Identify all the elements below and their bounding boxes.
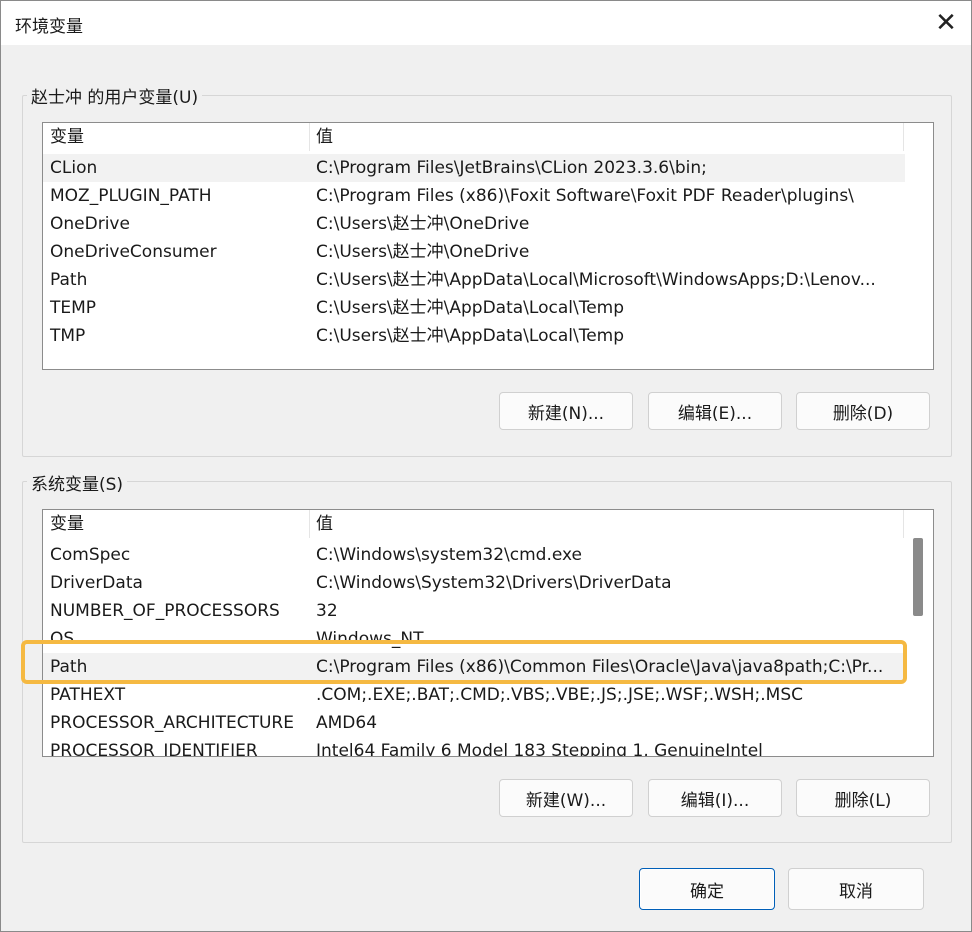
var-value: C:\Users\赵士冲\AppData\Local\Microsoft\Win…: [316, 270, 876, 290]
var-value: C:\Users\赵士冲\AppData\Local\Temp: [316, 298, 625, 318]
system-new-button[interactable]: 新建(W)...: [499, 779, 633, 817]
table-row[interactable]: PROCESSOR_IDENTIFIER Intel64 Family 6 Mo…: [43, 737, 905, 757]
var-name: TMP: [50, 326, 86, 346]
table-row[interactable]: NUMBER_OF_PROCESSORS 32: [43, 597, 905, 625]
var-value: C:\Users\赵士冲\OneDrive: [316, 214, 530, 234]
system-variables-label: 系统变量(S): [27, 470, 128, 495]
column-divider[interactable]: [903, 123, 904, 151]
var-value: C:\Windows\system32\cmd.exe: [316, 545, 583, 565]
var-value: Windows_NT: [316, 629, 424, 649]
title-bar: 环境变量 ✕: [1, 1, 971, 45]
table-row[interactable]: OneDrive C:\Users\赵士冲\OneDrive: [43, 210, 905, 238]
system-edit-button[interactable]: 编辑(I)...: [648, 779, 782, 817]
column-header-value[interactable]: 值: [316, 123, 333, 151]
table-row[interactable]: OS Windows_NT: [43, 625, 905, 653]
column-header-name[interactable]: 变量: [50, 123, 84, 151]
list-header: 变量 值: [43, 510, 905, 538]
var-name: PROCESSOR_IDENTIFIER: [50, 741, 258, 757]
var-value: .COM;.EXE;.BAT;.CMD;.VBS;.VBE;.JS;.JSE;.…: [316, 685, 804, 705]
var-value: C:\Program Files (x86)\Common Files\Orac…: [316, 657, 884, 677]
var-value: AMD64: [316, 713, 378, 733]
user-variables-list[interactable]: 变量 值 CLion C:\Program Files\JetBrains\CL…: [42, 122, 934, 370]
table-row[interactable]: OneDriveConsumer C:\Users\赵士冲\OneDrive: [43, 238, 905, 266]
table-row[interactable]: Path C:\Users\赵士冲\AppData\Local\Microsof…: [43, 266, 905, 294]
var-name: MOZ_PLUGIN_PATH: [50, 186, 212, 206]
var-value: C:\Program Files\JetBrains\CLion 2023.3.…: [316, 158, 707, 178]
table-row[interactable]: TMP C:\Users\赵士冲\AppData\Local\Temp: [43, 322, 905, 350]
var-value: C:\Users\赵士冲\AppData\Local\Temp: [316, 326, 625, 346]
user-delete-button[interactable]: 删除(D): [796, 392, 930, 430]
var-name: PROCESSOR_ARCHITECTURE: [50, 713, 294, 733]
vertical-scrollbar[interactable]: [905, 510, 933, 756]
var-value: C:\Users\赵士冲\OneDrive: [316, 242, 530, 262]
system-delete-button[interactable]: 删除(L): [796, 779, 930, 817]
var-name: OS: [50, 629, 75, 649]
environment-variables-dialog: 环境变量 ✕ 赵士冲 的用户变量(U) 变量 值 CLion C:\Progra…: [0, 0, 972, 932]
table-row[interactable]: PROCESSOR_ARCHITECTURE AMD64: [43, 709, 905, 737]
scrollbar-thumb[interactable]: [913, 538, 923, 616]
user-edit-button[interactable]: 编辑(E)...: [648, 392, 782, 430]
user-variables-label: 赵士冲 的用户变量(U): [27, 83, 203, 108]
table-row[interactable]: MOZ_PLUGIN_PATH C:\Program Files (x86)\F…: [43, 182, 905, 210]
var-name: OneDrive: [50, 214, 130, 234]
column-divider[interactable]: [903, 510, 904, 538]
window-title: 环境变量: [15, 17, 83, 37]
var-name: Path: [50, 270, 88, 290]
var-value: C:\Program Files (x86)\Foxit Software\Fo…: [316, 186, 854, 206]
table-row-path-selected[interactable]: Path C:\Program Files (x86)\Common Files…: [43, 653, 905, 681]
var-value: C:\Windows\System32\Drivers\DriverData: [316, 573, 672, 593]
table-row[interactable]: PATHEXT .COM;.EXE;.BAT;.CMD;.VBS;.VBE;.J…: [43, 681, 905, 709]
list-header: 变量 值: [43, 123, 905, 151]
var-name: PATHEXT: [50, 685, 126, 705]
table-row[interactable]: TEMP C:\Users\赵士冲\AppData\Local\Temp: [43, 294, 905, 322]
system-variables-list[interactable]: 变量 值 ComSpec C:\Windows\system32\cmd.exe…: [42, 509, 934, 757]
cancel-button[interactable]: 取消: [788, 868, 924, 910]
ok-button[interactable]: 确定: [639, 868, 775, 910]
var-name: DriverData: [50, 573, 143, 593]
column-divider[interactable]: [309, 510, 310, 538]
user-new-button[interactable]: 新建(N)...: [499, 392, 633, 430]
var-value: 32: [316, 601, 338, 621]
close-icon[interactable]: ✕: [921, 1, 971, 45]
column-divider[interactable]: [309, 123, 310, 151]
column-header-name[interactable]: 变量: [50, 510, 84, 538]
var-name: NUMBER_OF_PROCESSORS: [50, 601, 280, 621]
table-row[interactable]: ComSpec C:\Windows\system32\cmd.exe: [43, 541, 905, 569]
table-row[interactable]: DriverData C:\Windows\System32\Drivers\D…: [43, 569, 905, 597]
var-name: OneDriveConsumer: [50, 242, 217, 262]
var-name: Path: [50, 657, 88, 677]
var-name: CLion: [50, 158, 98, 178]
column-header-value[interactable]: 值: [316, 510, 333, 538]
var-name: TEMP: [50, 298, 97, 318]
var-name: ComSpec: [50, 545, 131, 565]
var-value: Intel64 Family 6 Model 183 Stepping 1, G…: [316, 741, 763, 757]
table-row[interactable]: CLion C:\Program Files\JetBrains\CLion 2…: [43, 154, 905, 182]
